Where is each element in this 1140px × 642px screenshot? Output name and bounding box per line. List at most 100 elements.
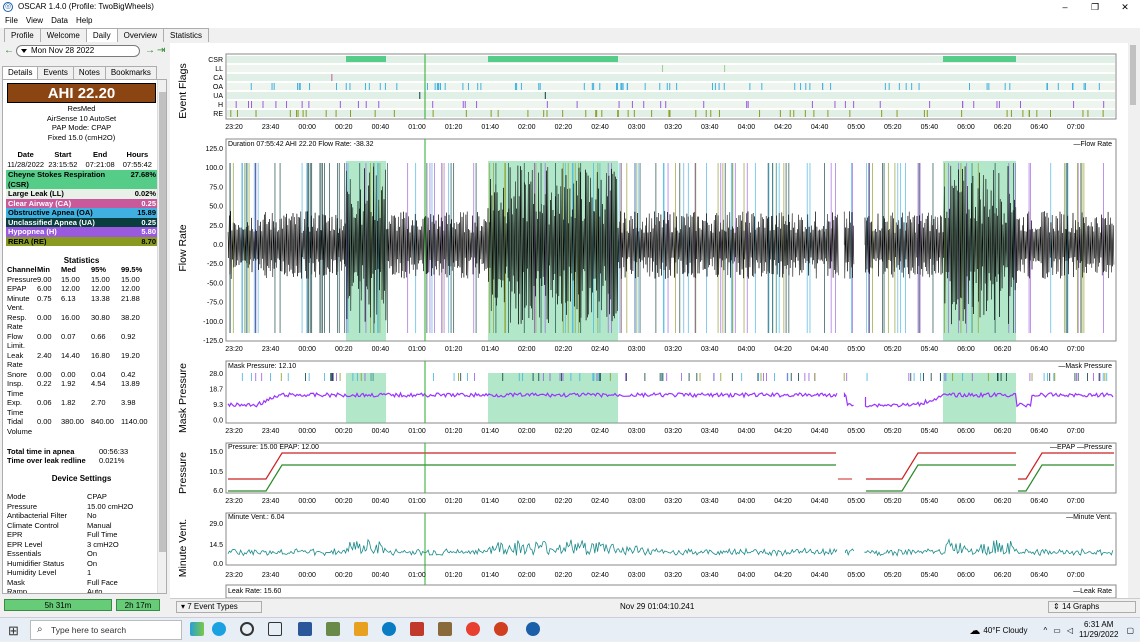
statistics-title: Statistics bbox=[63, 256, 100, 265]
app-icon[interactable] bbox=[410, 622, 424, 636]
chrome-icon[interactable] bbox=[466, 622, 480, 636]
event-row-csr[interactable]: Cheyne Stokes Respiration (CSR) 27.68% bbox=[6, 170, 158, 189]
mask-header: Mask Pressure: 12.10 bbox=[228, 363, 296, 370]
stats-cell: 19.20 bbox=[121, 350, 140, 360]
cortana-icon[interactable] bbox=[240, 622, 254, 636]
x-tick-label: 23:20 bbox=[225, 498, 243, 505]
y-tick-label: 18.7 bbox=[209, 387, 223, 394]
tab-welcome[interactable]: Welcome bbox=[39, 28, 87, 42]
flag-row-label: H bbox=[218, 102, 223, 109]
app-icon[interactable] bbox=[494, 622, 508, 636]
event-row-h[interactable]: Hypopnea (H) 5.80 bbox=[6, 227, 158, 237]
plot-frame[interactable] bbox=[225, 584, 1117, 599]
x-tick-label: 06:00 bbox=[957, 498, 975, 505]
graphs-scrollbar[interactable] bbox=[1128, 43, 1138, 598]
menu-file[interactable]: File bbox=[5, 14, 18, 28]
scroll-thumb[interactable] bbox=[159, 92, 166, 552]
clock[interactable]: 6:31 AM 11/29/2022 bbox=[1079, 620, 1118, 640]
stats-cell: 14.40 bbox=[61, 350, 80, 360]
event-row-ua[interactable]: Unclassified Apnea (UA) 0.25 bbox=[6, 217, 158, 227]
tab-daily[interactable]: Daily bbox=[85, 28, 118, 42]
weather-text[interactable]: 40°F Cloudy bbox=[983, 626, 1027, 635]
flag-row-label: CSR bbox=[208, 57, 223, 64]
oscar-taskbar-icon[interactable] bbox=[526, 622, 540, 636]
system-tray: ☁ 40°F Cloudy ^ ▭ ◁ 6:31 AM 11/29/2022 ▢ bbox=[969, 618, 1134, 642]
event-value: 8.70 bbox=[141, 236, 156, 246]
side-panel-scrollbar[interactable] bbox=[157, 80, 166, 593]
x-tick-label: 04:00 bbox=[738, 346, 756, 353]
last-day-arrow-icon[interactable]: ⇥ bbox=[157, 45, 165, 56]
x-tick-label: 23:40 bbox=[262, 572, 280, 579]
x-tick-label: 04:20 bbox=[774, 498, 792, 505]
y-tick-label: 25.0 bbox=[209, 223, 223, 230]
app-icon[interactable] bbox=[212, 622, 226, 636]
menu-view[interactable]: View bbox=[26, 14, 43, 28]
event-row-oa[interactable]: Obstructive Apnea (OA) 15.89 bbox=[6, 208, 158, 218]
weather-widget-icon[interactable] bbox=[190, 622, 204, 636]
minvent-header: Minute Vent.: 6.04 bbox=[228, 514, 285, 521]
tab-statistics[interactable]: Statistics bbox=[163, 28, 210, 42]
event-row-ca[interactable]: Clear Airway (CA) 0.25 bbox=[6, 198, 158, 208]
event-label: Obstructive Apnea (OA) bbox=[8, 208, 93, 217]
x-tick-label: 02:20 bbox=[555, 572, 573, 579]
stats-cell: 1140.00 bbox=[121, 417, 148, 426]
word-icon[interactable] bbox=[298, 622, 312, 636]
flow-legend: —Flow Rate bbox=[1073, 141, 1112, 148]
app-icon[interactable] bbox=[438, 622, 452, 636]
tab-bookmarks[interactable]: Bookmarks bbox=[104, 66, 157, 79]
tab-notes[interactable]: Notes bbox=[72, 66, 106, 79]
notification-icon[interactable]: ▢ bbox=[1126, 626, 1134, 635]
close-icon[interactable]: ✕ bbox=[1110, 0, 1140, 14]
event-row-re[interactable]: RERA (RE) 8.70 bbox=[6, 236, 158, 246]
stats-cell: 380.00 bbox=[61, 417, 84, 426]
app-icon[interactable] bbox=[326, 622, 340, 636]
menu-help[interactable]: Help bbox=[76, 14, 92, 28]
clock-time: 6:31 AM bbox=[1084, 620, 1114, 629]
tab-events[interactable]: Events bbox=[37, 66, 74, 79]
graphs-canvas[interactable]: Event FlagsCSRLLCAOAUAHRE23:20 23:40 00:00… bbox=[170, 43, 1128, 599]
csr-flag bbox=[943, 56, 1016, 62]
task-view-icon[interactable] bbox=[268, 622, 282, 636]
event-label: Hypopnea (H) bbox=[8, 227, 57, 236]
graphs-dropdown[interactable]: ⇕ 14 Graphs bbox=[1048, 601, 1136, 613]
volume-icon[interactable]: ◁ bbox=[1067, 626, 1073, 635]
app-icon[interactable] bbox=[354, 622, 368, 636]
setting-value: CPAP bbox=[87, 492, 107, 501]
tray-chevron-icon[interactable]: ^ bbox=[1044, 626, 1048, 635]
x-tick-label: 03:40 bbox=[701, 498, 719, 505]
x-tick-label: 01:40 bbox=[481, 124, 499, 131]
x-tick-label: 04:40 bbox=[811, 572, 829, 579]
setting-row: Humidity Level 1 bbox=[7, 568, 156, 578]
setting-row: Humidifier Status On bbox=[7, 559, 156, 569]
tab-overview[interactable]: Overview bbox=[116, 28, 165, 42]
date-picker[interactable]: Mon Nov 28 2022 bbox=[16, 45, 140, 57]
setting-row: Climate Control Manual bbox=[7, 521, 156, 531]
scroll-thumb[interactable] bbox=[1130, 45, 1136, 105]
prev-day-arrow-icon[interactable]: ← bbox=[4, 45, 14, 56]
plot-frame[interactable] bbox=[225, 512, 1117, 566]
maximize-icon[interactable]: ❐ bbox=[1080, 0, 1110, 14]
network-icon[interactable]: ▭ bbox=[1053, 626, 1061, 635]
edge-icon[interactable] bbox=[382, 622, 396, 636]
tab-profile[interactable]: Profile bbox=[4, 28, 41, 42]
menu-data[interactable]: Data bbox=[51, 14, 68, 28]
clock-date: 11/29/2022 bbox=[1078, 630, 1119, 639]
stats-cell: 0.00 bbox=[37, 331, 52, 341]
y-tick-label: -50.0 bbox=[207, 280, 223, 287]
event-row-ll[interactable]: Large Leak (LL) 0.02% bbox=[6, 189, 158, 199]
taskbar-search[interactable]: ⌕ Type here to search bbox=[30, 620, 182, 640]
setting-value: 1 bbox=[87, 568, 92, 577]
stats-cell: Exp. Time bbox=[7, 398, 24, 417]
minimize-icon[interactable]: – bbox=[1050, 0, 1080, 14]
summary-label: Total time in apnea bbox=[7, 447, 75, 456]
event-types-dropdown[interactable]: ▾ 7 Event Types bbox=[176, 601, 262, 613]
next-day-arrow-icon[interactable]: → bbox=[145, 45, 155, 56]
flag-row-bg bbox=[227, 92, 1115, 99]
event-label: Clear Airway (CA) bbox=[8, 198, 72, 208]
x-tick-label: 05:40 bbox=[921, 572, 939, 579]
graph-title: Flow Rate bbox=[177, 224, 189, 271]
tab-details[interactable]: Details bbox=[2, 66, 39, 79]
plot-frame[interactable] bbox=[225, 442, 1117, 494]
setting-label: Ramp bbox=[7, 587, 28, 594]
windows-start-icon[interactable]: ⊞ bbox=[8, 623, 19, 639]
